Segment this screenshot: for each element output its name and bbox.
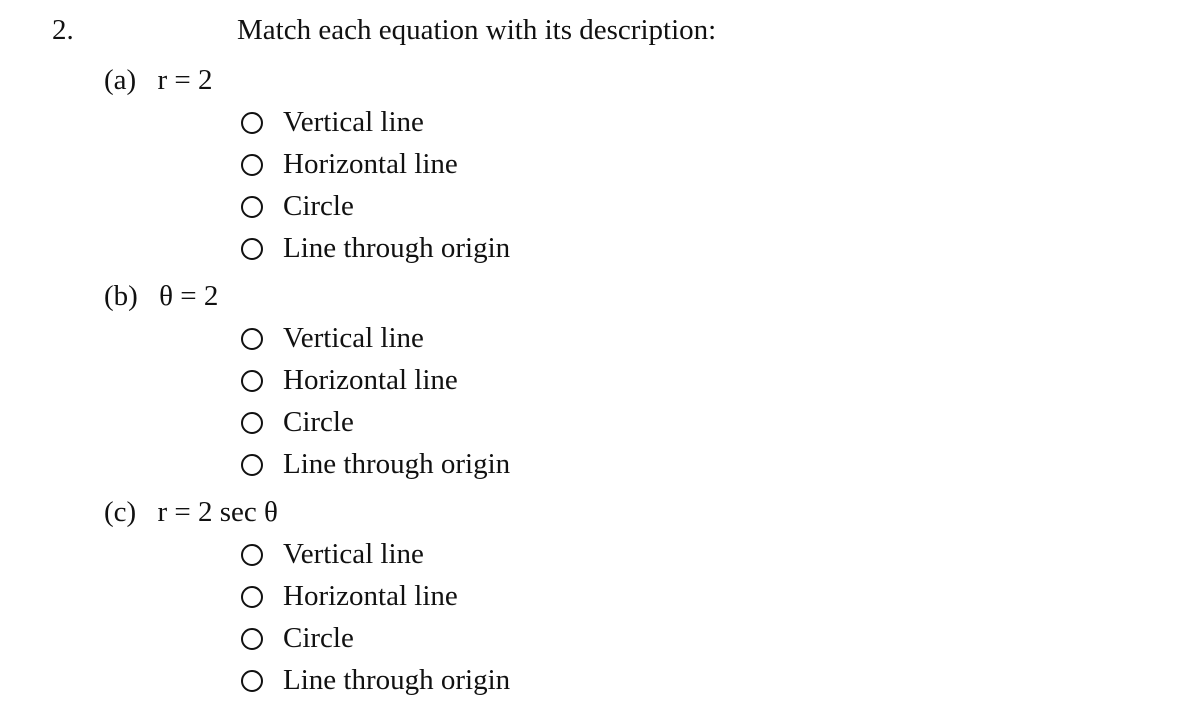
radio-button[interactable] bbox=[241, 453, 263, 476]
option-c-circle[interactable]: Circle bbox=[241, 622, 354, 655]
option-c-line-through-origin[interactable]: Line through origin bbox=[241, 664, 510, 697]
option-label: Horizontal line bbox=[283, 364, 458, 396]
option-b-horizontal-line[interactable]: Horizontal line bbox=[241, 364, 458, 397]
radio-button[interactable] bbox=[241, 111, 263, 134]
radio-button[interactable] bbox=[241, 669, 263, 692]
option-b-vertical-line[interactable]: Vertical line bbox=[241, 322, 424, 355]
option-label: Circle bbox=[283, 622, 354, 654]
radio-button[interactable] bbox=[241, 543, 263, 566]
question-prompt: Match each equation with its description… bbox=[237, 14, 717, 46]
option-c-vertical-line[interactable]: Vertical line bbox=[241, 538, 424, 571]
option-label: Circle bbox=[283, 406, 354, 438]
option-label: Line through origin bbox=[283, 232, 511, 264]
option-label: Horizontal line bbox=[283, 148, 458, 180]
radio-button[interactable] bbox=[241, 369, 263, 392]
radio-button[interactable] bbox=[241, 627, 263, 650]
option-c-horizontal-line[interactable]: Horizontal line bbox=[241, 580, 458, 613]
part-equation: r = 2 bbox=[157, 64, 213, 96]
part-label: (b) bbox=[104, 280, 138, 312]
radio-button[interactable] bbox=[241, 153, 263, 176]
option-label: Vertical line bbox=[283, 538, 424, 570]
option-label: Vertical line bbox=[283, 106, 424, 138]
option-b-circle[interactable]: Circle bbox=[241, 406, 354, 439]
option-a-line-through-origin[interactable]: Line through origin bbox=[241, 232, 510, 265]
option-a-circle[interactable]: Circle bbox=[241, 190, 354, 223]
radio-button[interactable] bbox=[241, 327, 263, 350]
option-label: Horizontal line bbox=[283, 580, 458, 612]
part-b-heading: (b) θ = 2 bbox=[104, 280, 218, 313]
option-a-vertical-line[interactable]: Vertical line bbox=[241, 106, 424, 139]
part-c-heading: (c) r = 2 sec θ bbox=[104, 496, 278, 529]
part-a-heading: (a) r = 2 bbox=[104, 64, 212, 97]
option-label: Line through origin bbox=[283, 664, 511, 696]
part-equation: θ = 2 bbox=[159, 280, 219, 312]
radio-button[interactable] bbox=[241, 585, 263, 608]
radio-button[interactable] bbox=[241, 411, 263, 434]
question-number: 2. bbox=[52, 14, 74, 46]
part-equation: r = 2 sec θ bbox=[157, 496, 278, 528]
option-b-line-through-origin[interactable]: Line through origin bbox=[241, 448, 510, 481]
part-label: (a) bbox=[104, 64, 137, 96]
part-label: (c) bbox=[104, 496, 137, 528]
option-label: Line through origin bbox=[283, 448, 511, 480]
radio-button[interactable] bbox=[241, 237, 263, 260]
option-label: Vertical line bbox=[283, 322, 424, 354]
option-a-horizontal-line[interactable]: Horizontal line bbox=[241, 148, 458, 181]
option-label: Circle bbox=[283, 190, 354, 222]
radio-button[interactable] bbox=[241, 195, 263, 218]
